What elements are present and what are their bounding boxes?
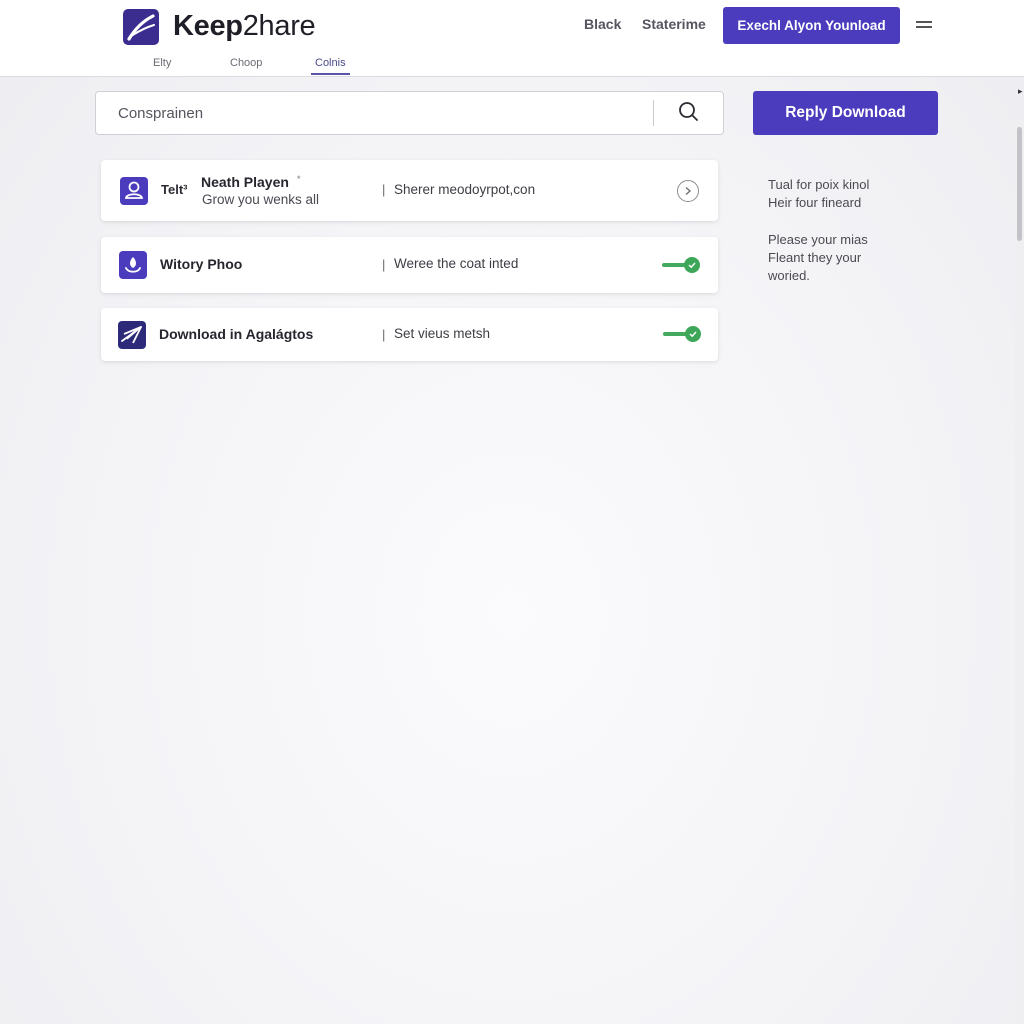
sidebar-text-line: Fleant they your bbox=[768, 250, 862, 265]
subtab-colnis[interactable]: Colnis bbox=[311, 57, 350, 75]
reply-download-button[interactable]: Reply Download bbox=[753, 91, 938, 135]
nav-link-black[interactable]: Black bbox=[584, 16, 621, 32]
header-download-button[interactable]: Exechl Alyon Younload bbox=[723, 7, 900, 44]
user-icon bbox=[120, 177, 148, 205]
list-item-witory-phoo[interactable]: Witory Phoo | Weree the coat inted bbox=[101, 237, 718, 293]
sidebar-text-line: Tual for poix kinol bbox=[768, 177, 870, 192]
sidebar-text-line: woried. bbox=[768, 268, 810, 283]
sidebar-paragraph-1: Tual for poix kinol Heir four fineard bbox=[768, 176, 869, 212]
item-subtitle: Grow you wenks all bbox=[202, 192, 320, 207]
item-marker: * bbox=[297, 174, 301, 184]
item-description: Weree the coat inted bbox=[394, 256, 519, 271]
list-item-download-agalagtos[interactable]: Download in Agalágtos | Set vieus metsh bbox=[101, 308, 718, 361]
item-tag: Telt³ bbox=[161, 182, 188, 197]
sidebar-paragraph-2: Please your mias Fleant they your woried… bbox=[768, 231, 868, 285]
item-description: Set vieus metsh bbox=[394, 326, 491, 341]
item-separator: | bbox=[382, 182, 386, 197]
item-title: Witory Phoo bbox=[160, 256, 243, 272]
item-separator: | bbox=[382, 327, 386, 342]
brand-name[interactable]: Keep2hare bbox=[173, 10, 316, 43]
subtab-elty[interactable]: Elty bbox=[149, 57, 175, 73]
brand-name-rest: 2hare bbox=[242, 10, 316, 42]
paper-plane-icon bbox=[118, 321, 146, 349]
search-bar bbox=[95, 91, 724, 135]
search-input[interactable] bbox=[118, 92, 638, 134]
item-title: Neath Playen bbox=[201, 174, 289, 190]
check-icon bbox=[685, 326, 701, 342]
brand-name-bold: Keep bbox=[173, 10, 243, 42]
top-header: Keep2hare Elty Choop Colnis Black Stater… bbox=[0, 0, 1024, 77]
hamburger-icon[interactable] bbox=[916, 19, 932, 29]
download-icon bbox=[119, 251, 147, 279]
check-icon bbox=[684, 257, 700, 273]
list-item-neath-playen[interactable]: Telt³ Neath Playen * Grow you wenks all … bbox=[101, 160, 718, 221]
brand-logo-icon[interactable] bbox=[123, 9, 159, 45]
item-description: Sherer meodoyrpot,con bbox=[394, 182, 536, 197]
scroll-arrow-icon[interactable]: ▸ bbox=[1018, 86, 1023, 97]
item-separator: | bbox=[382, 257, 386, 272]
sidebar-text-line: Heir four fineard bbox=[768, 195, 862, 210]
chevron-right-icon[interactable] bbox=[677, 180, 699, 202]
search-icon[interactable] bbox=[676, 100, 702, 126]
item-toggle[interactable] bbox=[662, 257, 700, 273]
scrollbar-thumb[interactable] bbox=[1017, 127, 1022, 241]
sidebar-text-line: Please your mias bbox=[768, 232, 868, 247]
scrollbar-track[interactable] bbox=[1015, 120, 1024, 1024]
search-divider bbox=[653, 100, 654, 126]
item-toggle[interactable] bbox=[663, 326, 701, 342]
nav-link-staterime[interactable]: Staterime bbox=[642, 16, 706, 32]
subtab-choop[interactable]: Choop bbox=[226, 57, 266, 73]
item-title: Download in Agalágtos bbox=[159, 326, 314, 342]
